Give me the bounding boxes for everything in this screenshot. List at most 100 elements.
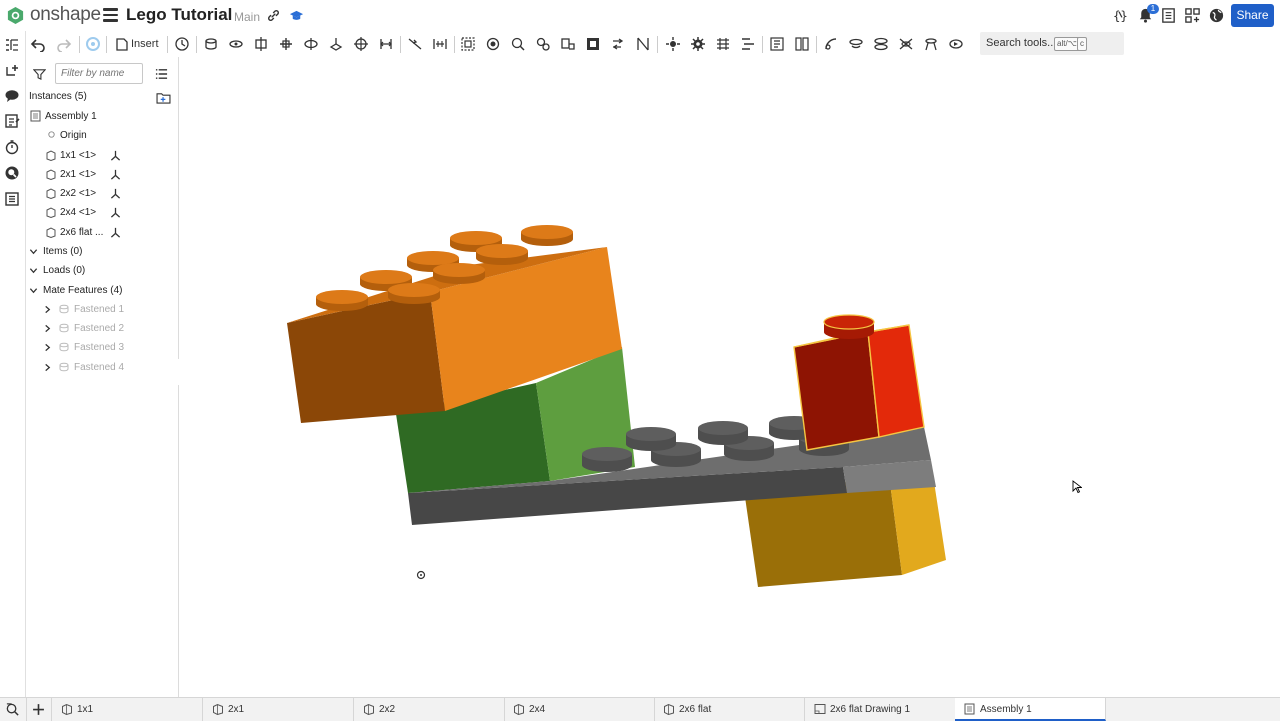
mate-row[interactable]: Fastened 1 (42, 301, 162, 318)
instance-row[interactable]: 2x6 flat ... (44, 224, 154, 241)
origin-marker[interactable] (416, 570, 426, 580)
section-view-icon[interactable] (635, 36, 651, 52)
regenerate-icon[interactable] (85, 36, 101, 52)
tab-assembly-1[interactable]: Assembly 1 (955, 698, 1106, 721)
analysis-magnifier-icon[interactable] (4, 165, 20, 181)
chevron-down-icon[interactable] (29, 266, 38, 275)
graphics-viewport[interactable] (179, 57, 1280, 697)
tab-part-studio-2x1[interactable]: 2x1 (203, 698, 354, 721)
loads-row[interactable]: Loads (0) (28, 262, 168, 279)
redo-icon[interactable] (56, 36, 72, 52)
instance-row[interactable]: 2x1 <1> (44, 166, 154, 183)
mass-properties-icon[interactable] (715, 36, 731, 52)
linear-relation-icon[interactable] (585, 36, 601, 52)
onshape-logo-icon[interactable] (6, 6, 25, 25)
list-view-icon[interactable] (155, 68, 168, 80)
left-rail (0, 31, 26, 698)
replace-part-icon[interactable] (610, 36, 626, 52)
toolbar-separator (106, 36, 107, 53)
bill-of-materials-icon[interactable] (4, 113, 20, 129)
instance-row[interactable]: 1x1 <1> (44, 147, 154, 164)
custom-features-icon[interactable]: {} (1112, 7, 1129, 24)
learning-center-icon[interactable] (289, 8, 304, 23)
sketch-curve-icon[interactable] (823, 36, 839, 52)
feature-list-icon[interactable] (4, 37, 20, 53)
document-title[interactable]: Lego Tutorial (126, 5, 232, 25)
measure-icon[interactable] (740, 36, 756, 52)
tab-drawing[interactable]: 2x6 flat Drawing 1 (805, 698, 956, 721)
planar-mate-icon[interactable] (328, 36, 344, 52)
account-globe-icon[interactable] (1208, 7, 1225, 24)
mate-features-row[interactable]: Mate Features (4) (28, 282, 168, 299)
insert-icon[interactable] (114, 36, 130, 52)
items-row[interactable]: Items (0) (28, 243, 168, 260)
notification-badge: 1 (1147, 4, 1159, 14)
named-positions-stopwatch-icon[interactable] (4, 139, 20, 155)
explode-icon[interactable] (665, 36, 681, 52)
chevron-right-icon[interactable] (43, 343, 52, 352)
fastened-mate-icon[interactable] (203, 36, 219, 52)
ball-mate-icon[interactable] (353, 36, 369, 52)
origin-row[interactable]: Origin (46, 127, 166, 144)
assembly-row[interactable]: Assembly 1 (29, 108, 169, 125)
bowtie-icon[interactable] (898, 36, 914, 52)
brand-name[interactable]: onshape (30, 4, 101, 26)
pin-slot-mate-icon[interactable] (303, 36, 319, 52)
lego-assembly-scene[interactable] (179, 57, 1280, 697)
interference-gear-icon[interactable] (690, 36, 706, 52)
cylinder-ring-icon[interactable] (873, 36, 889, 52)
width-mate-icon[interactable] (432, 36, 448, 52)
slider-mate-icon[interactable] (253, 36, 269, 52)
tangent-mate-icon[interactable] (407, 36, 423, 52)
red-1x1-brick-selected[interactable] (793, 314, 925, 451)
chevron-right-icon[interactable] (43, 363, 52, 372)
undo-icon[interactable] (30, 36, 46, 52)
filter-icon[interactable] (33, 68, 46, 81)
group-icon[interactable] (460, 36, 476, 52)
instance-row[interactable]: 2x2 <1> (44, 185, 154, 202)
mate-label: Fastened 1 (74, 304, 125, 315)
gear-relation-icon[interactable] (510, 36, 526, 52)
app-store-grid-icon[interactable] (1184, 7, 1201, 24)
tab-part-studio-2x6-flat[interactable]: 2x6 flat (654, 698, 805, 721)
screw-relation-icon[interactable] (560, 36, 576, 52)
tab-part-studio-1x1[interactable]: 1x1 (52, 698, 203, 721)
revolve-icon[interactable] (848, 36, 864, 52)
link-icon[interactable] (266, 8, 281, 23)
configuration-icon[interactable] (794, 36, 810, 52)
tab-part-studio-2x2[interactable]: 2x2 (354, 698, 505, 721)
share-button[interactable]: Share (1231, 4, 1274, 27)
comments-icon[interactable] (4, 88, 20, 104)
rack-pinion-icon[interactable] (535, 36, 551, 52)
instance-row[interactable]: 2x4 <1> (44, 204, 154, 221)
tab-part-studio-2x4[interactable]: 2x4 (504, 698, 655, 721)
properties-list-icon[interactable] (4, 191, 20, 207)
add-tab-button[interactable] (26, 698, 52, 721)
menu-icon[interactable] (103, 8, 118, 22)
chevron-down-icon[interactable] (29, 247, 38, 256)
assembly-toolbar: Insert Search tools... alt/⌥ c (26, 31, 1280, 57)
mate-row[interactable]: Fastened 4 (42, 359, 162, 376)
loft-icon[interactable] (923, 36, 939, 52)
search-tools-button[interactable]: Search tools... alt/⌥ c (980, 32, 1124, 55)
filter-by-name-input[interactable] (55, 63, 143, 84)
chevron-right-icon[interactable] (43, 324, 52, 333)
branch-name[interactable]: Main (234, 10, 260, 24)
replicate-icon[interactable] (174, 36, 190, 52)
animate-icon[interactable] (948, 36, 964, 52)
mate-row[interactable]: Fastened 2 (42, 320, 162, 337)
shortcut-key-alt: alt/⌥ (1054, 37, 1080, 51)
mate-connector-icon[interactable] (485, 36, 501, 52)
revolute-mate-icon[interactable] (228, 36, 244, 52)
mate-row[interactable]: Fastened 3 (42, 339, 162, 356)
parallel-mate-icon[interactable] (378, 36, 394, 52)
insert-part-icon[interactable] (4, 63, 20, 79)
new-folder-icon[interactable] (156, 92, 171, 104)
insert-button[interactable]: Insert (131, 35, 159, 53)
chevron-right-icon[interactable] (43, 305, 52, 314)
tab-manager-button[interactable] (0, 698, 27, 721)
cylindrical-mate-icon[interactable] (278, 36, 294, 52)
document-info-icon[interactable] (1160, 7, 1177, 24)
display-states-icon[interactable] (769, 36, 785, 52)
chevron-down-icon[interactable] (29, 286, 38, 295)
